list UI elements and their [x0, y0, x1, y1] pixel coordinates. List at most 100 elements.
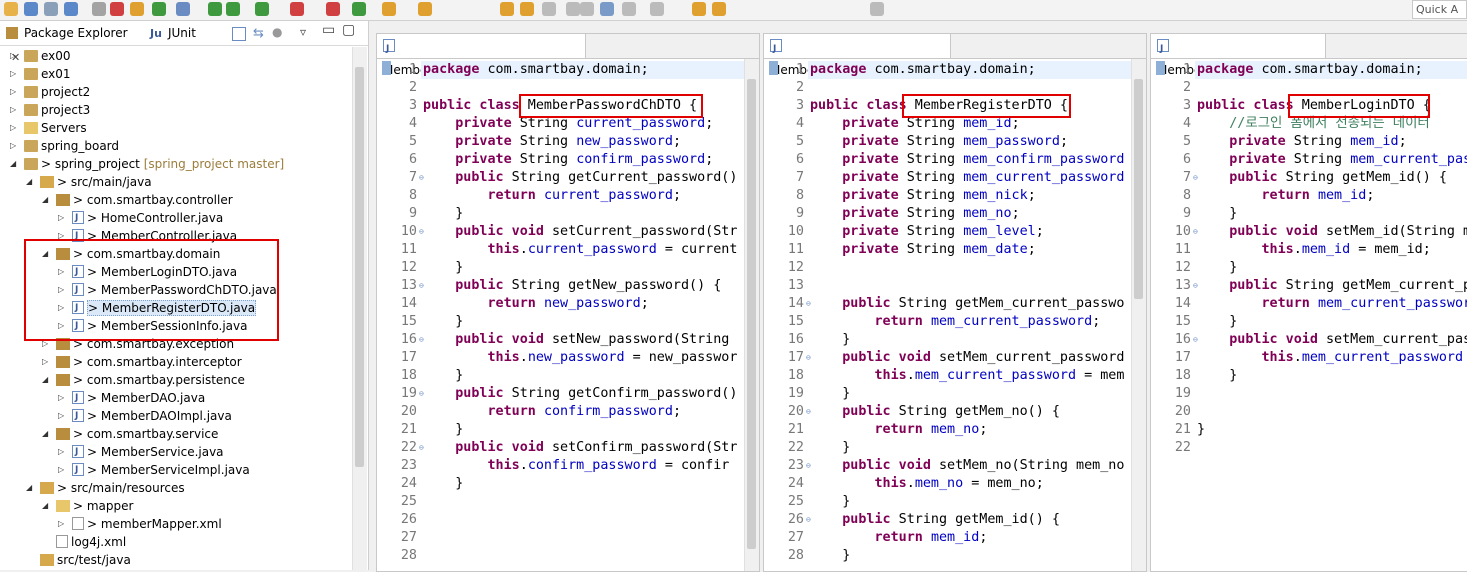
line-number: 4	[795, 116, 804, 131]
tab-package-explorer[interactable]: Package Explorer ✕	[6, 21, 141, 64]
code-line: 5 private String mem_password;	[764, 133, 1146, 151]
scroll-thumb[interactable]	[747, 79, 756, 549]
toolbar-tool-icon[interactable]	[870, 2, 884, 16]
code-area[interactable]: 1 package com.smartbay.domain; 2 3 public cl…	[377, 59, 759, 571]
code-line: 26 ⊖ public String getMem_id() {	[764, 511, 1146, 529]
toolbar-tool-icon[interactable]	[650, 2, 664, 16]
toolbar-tool-icon[interactable]	[4, 2, 18, 16]
code-line: 16 ⊖ public void setNew_password(String	[377, 331, 759, 349]
code-line: 5 private String new_password;	[377, 133, 759, 151]
toolbar-tool-icon[interactable]	[110, 2, 124, 16]
collapse-arrow-icon[interactable]: ◢	[42, 191, 48, 209]
tab-junit[interactable]: Ju JUnit	[150, 21, 220, 45]
toolbar-tool-icon[interactable]	[92, 2, 106, 16]
toolbar-tool-icon[interactable]	[44, 2, 58, 16]
editor-tab[interactable]: MemberPasswordChDTO.java✕	[377, 34, 586, 77]
link-with-editor-icon[interactable]: ⇆	[253, 26, 264, 41]
editor-scrollbar[interactable]	[1131, 59, 1146, 571]
toolbar-tool-icon[interactable]	[326, 2, 340, 16]
toolbar-tool-icon[interactable]	[176, 2, 190, 16]
project-icon	[24, 104, 38, 116]
expand-arrow-icon[interactable]: ▷	[58, 407, 64, 425]
view-menu-icon[interactable]: ▿	[300, 25, 306, 39]
expand-arrow-icon[interactable]: ▷	[58, 299, 64, 317]
code-area[interactable]: 1 package com.smartbay.domain; 2 3 public cl…	[1151, 59, 1467, 571]
collapse-arrow-icon[interactable]: ◢	[42, 425, 48, 443]
expand-arrow-icon[interactable]: ▷	[10, 47, 16, 65]
toolbar-tool-icon[interactable]	[500, 2, 514, 16]
expand-arrow-icon[interactable]: ▷	[42, 353, 48, 371]
collapse-arrow-icon[interactable]: ◢	[10, 155, 16, 173]
collapse-arrow-icon[interactable]: ◢	[42, 371, 48, 389]
toolbar-tool-icon[interactable]	[580, 2, 594, 16]
toolbar-tool-icon[interactable]	[622, 2, 636, 16]
scroll-thumb[interactable]	[1134, 79, 1143, 299]
editor-tab[interactable]: MemberRegisterDTO.java✕	[764, 34, 951, 77]
expand-arrow-icon[interactable]: ▷	[42, 335, 48, 353]
code-text: private String mem_date;	[842, 242, 1036, 257]
editor-scrollbar[interactable]	[744, 59, 759, 571]
toolbar-tool-icon[interactable]	[64, 2, 78, 16]
code-line: 8 return current_password;	[377, 187, 759, 205]
toolbar-tool-icon[interactable]	[226, 2, 240, 16]
code-line: 10 ⊖ public void setCurrent_password(Str	[377, 223, 759, 241]
collapse-arrow-icon[interactable]: ◢	[26, 173, 32, 191]
quick-access-field[interactable]: Quick A	[1412, 0, 1467, 19]
tree-item-label: > com.smartbay.domain	[73, 247, 221, 261]
toolbar-tool-icon[interactable]	[352, 2, 366, 16]
scroll-thumb[interactable]	[355, 67, 364, 467]
toolbar-tool-icon[interactable]	[600, 2, 614, 16]
toolbar-tool-icon[interactable]	[542, 2, 556, 16]
src-icon	[40, 554, 54, 566]
view-menu-icon[interactable]: ●	[272, 25, 282, 39]
toolbar-tool-icon[interactable]	[255, 2, 269, 16]
expand-arrow-icon[interactable]: ▷	[58, 263, 64, 281]
editor-tab[interactable]: MemberLoginDTO.java✕	[1151, 34, 1326, 77]
code-text: package com.smartbay.domain;	[423, 62, 649, 77]
code-text: }	[423, 476, 464, 491]
code-text: private String new_password;	[455, 134, 681, 149]
collapse-arrow-icon[interactable]: ◢	[26, 479, 32, 497]
expand-arrow-icon[interactable]: ▷	[10, 101, 16, 119]
toolbar-tool-icon[interactable]	[382, 2, 396, 16]
expand-arrow-icon[interactable]: ▷	[58, 317, 64, 335]
code-line: 4 private String mem_id;	[764, 115, 1146, 133]
expand-arrow-icon[interactable]: ▷	[10, 137, 16, 155]
collapse-arrow-icon[interactable]: ◢	[42, 497, 48, 515]
expand-arrow-icon[interactable]: ▷	[58, 209, 64, 227]
expand-arrow-icon[interactable]: ▷	[58, 461, 64, 479]
toolbar-tool-icon[interactable]	[24, 2, 38, 16]
toolbar-tool-icon[interactable]	[130, 2, 144, 16]
explorer-scrollbar[interactable]	[352, 47, 367, 570]
toolbar-tool-icon[interactable]	[418, 2, 432, 16]
toolbar-tool-icon[interactable]	[290, 2, 304, 16]
collapse-all-icon[interactable]	[232, 27, 246, 41]
code-text: }	[810, 386, 851, 401]
code-area[interactable]: 1 package com.smartbay.domain; 2 3 public cl…	[764, 59, 1146, 571]
pkg-icon	[56, 374, 70, 386]
line-number: 17	[400, 350, 417, 365]
toolbar-tool-icon[interactable]	[566, 2, 580, 16]
toolbar-tool-icon[interactable]	[152, 2, 166, 16]
code-text: private String mem_no;	[842, 206, 1020, 221]
toolbar-tool-icon[interactable]	[692, 2, 706, 16]
expand-arrow-icon[interactable]: ▷	[10, 83, 16, 101]
code-text: }	[810, 494, 851, 509]
expand-arrow-icon[interactable]: ▷	[58, 443, 64, 461]
toolbar-tool-icon[interactable]	[520, 2, 534, 16]
expand-arrow-icon[interactable]: ▷	[58, 389, 64, 407]
expand-arrow-icon[interactable]: ▷	[10, 65, 16, 83]
minimize-icon[interactable]: ▭	[322, 22, 335, 38]
expand-arrow-icon[interactable]: ▷	[58, 281, 64, 299]
code-line: 2	[377, 79, 759, 97]
expand-arrow-icon[interactable]: ▷	[58, 227, 64, 245]
code-text: private String mem_nick;	[842, 188, 1036, 203]
toolbar-tool-icon[interactable]	[712, 2, 726, 16]
tab-label: Package Explorer	[24, 26, 128, 40]
collapse-arrow-icon[interactable]: ◢	[42, 245, 48, 263]
expand-arrow-icon[interactable]: ▷	[10, 119, 16, 137]
expand-arrow-icon[interactable]: ▷	[58, 515, 64, 533]
toolbar-tool-icon[interactable]	[208, 2, 222, 16]
line-number: 6	[795, 152, 804, 167]
maximize-icon[interactable]: ▢	[342, 22, 355, 38]
